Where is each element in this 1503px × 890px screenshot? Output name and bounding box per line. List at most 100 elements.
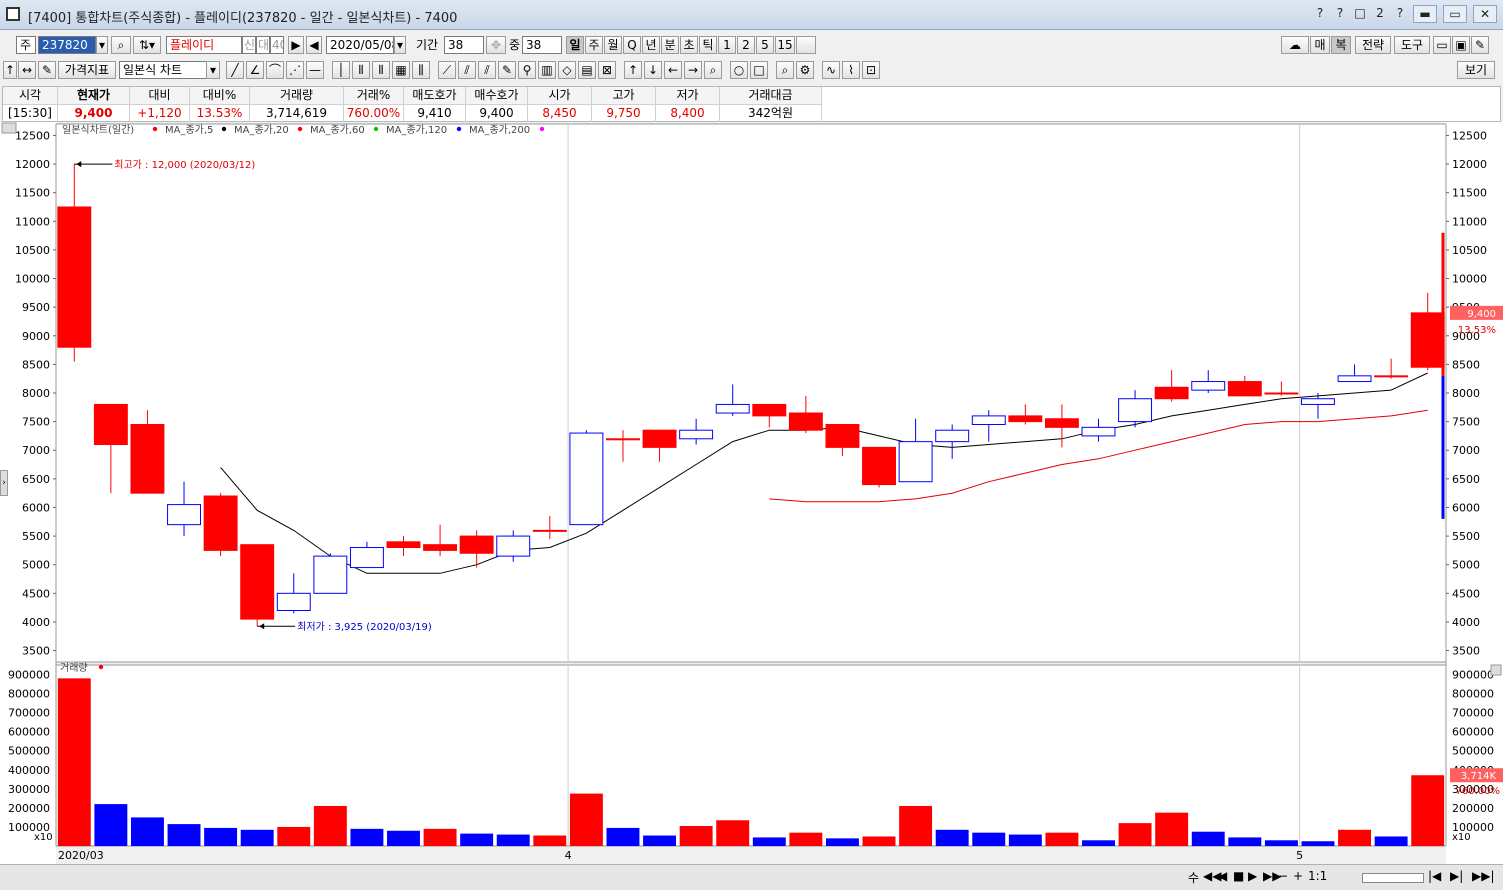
market-select[interactable]: 주	[16, 36, 36, 54]
interval-2[interactable]: 2	[737, 36, 755, 54]
tools-button[interactable]: 도구	[1394, 36, 1430, 54]
interval-15[interactable]: 15	[775, 36, 795, 54]
folder-icon[interactable]: ▭	[1433, 36, 1451, 54]
right-tool-icon[interactable]: →	[684, 61, 702, 79]
side-panel-toggle[interactable]: ›	[0, 470, 8, 496]
pen-tool-icon[interactable]: ✎	[498, 61, 516, 79]
stock-chart[interactable]: 2020/03 4 5 3500 3500 4000 4000 4500 4500 5000 500…	[0, 122, 1503, 864]
grid-tool-icon[interactable]: ▦	[392, 61, 410, 79]
interval-week[interactable]: 주	[585, 36, 603, 54]
save-icon[interactable]: ▣	[1452, 36, 1470, 54]
interval-second[interactable]: 초	[680, 36, 698, 54]
down-tool-icon[interactable]: ↓	[644, 61, 662, 79]
expand-icon[interactable]: ↔	[18, 61, 36, 79]
magnify-tool-icon[interactable]: ⌕	[776, 61, 794, 79]
chart-type-dropdown-icon[interactable]: ▾	[206, 61, 220, 79]
up-icon[interactable]: ↑	[3, 61, 17, 79]
maximize-button[interactable]: ▭	[1443, 5, 1467, 23]
panel-expand-icon[interactable]	[1, 122, 17, 134]
x-tick-label: 5	[1296, 849, 1303, 862]
interval-1[interactable]: 1	[718, 36, 736, 54]
erase-tool-icon[interactable]: ◇	[558, 61, 576, 79]
wave-tool-icon[interactable]: ∿	[822, 61, 840, 79]
edit-icon[interactable]: ✎	[38, 61, 56, 79]
tile-icon[interactable]: □	[1353, 5, 1367, 21]
screen-number[interactable]: 2	[1373, 5, 1387, 21]
fan-tool-icon[interactable]: ⋰	[286, 61, 304, 79]
count-input[interactable]: 38	[522, 36, 562, 54]
interval-custom-input[interactable]	[796, 36, 816, 54]
hline-tool-icon[interactable]: —	[306, 61, 324, 79]
color-tool-icon[interactable]: ▥	[538, 61, 556, 79]
chart-type-select[interactable]: 일본식 차트	[119, 61, 207, 79]
left-tool-icon[interactable]: ←	[664, 61, 682, 79]
strategy-button[interactable]: 전략	[1355, 36, 1391, 54]
text-tool-icon[interactable]: ▤	[578, 61, 596, 79]
parallel2-tool-icon[interactable]: ⫽	[478, 61, 496, 79]
zoom-tool-icon[interactable]: ⌕	[704, 61, 722, 79]
sort-icon[interactable]: ⇅▾	[133, 36, 161, 54]
line-tool-icon[interactable]: ╱	[226, 61, 244, 79]
view-button[interactable]: 보기	[1457, 61, 1495, 79]
interval-tick[interactable]: 틱	[699, 36, 717, 54]
nav-control-3[interactable]: ■	[1233, 869, 1244, 883]
nav-control-2[interactable]: ◀	[1218, 869, 1227, 883]
parallel-tool-icon[interactable]: ⫽	[458, 61, 476, 79]
vline-tool-icon[interactable]: │	[332, 61, 350, 79]
interval-day[interactable]: 일	[566, 36, 584, 54]
volume-bar	[1264, 840, 1298, 846]
help-icon[interactable]: ?	[1313, 5, 1327, 21]
interval-month[interactable]: 월	[604, 36, 622, 54]
scroll-control-2[interactable]: ▶▶|	[1472, 869, 1495, 883]
interval-quarter[interactable]: Q	[623, 36, 641, 54]
question-icon[interactable]: ?	[1333, 5, 1347, 21]
fib-h-tool-icon[interactable]: ⦀	[372, 61, 390, 79]
rect-tool-icon[interactable]: □	[750, 61, 768, 79]
scroll-control-1[interactable]: ▶|	[1450, 869, 1463, 883]
scroll-control-0[interactable]: |◀	[1428, 869, 1441, 883]
settings-icon[interactable]: ✎	[1471, 36, 1489, 54]
code-dropdown-icon[interactable]: ▾	[96, 36, 108, 54]
magnet-tool-icon[interactable]: ⚲	[518, 61, 536, 79]
code-input[interactable]: 237820	[38, 36, 96, 54]
close-button[interactable]: ✕	[1473, 5, 1497, 23]
volume-tick-left: 500000	[8, 745, 50, 758]
crosshair-icon[interactable]: ✥	[486, 36, 506, 54]
arc-tool-icon[interactable]: ⌒	[266, 61, 284, 79]
search-icon[interactable]: ⌕	[111, 36, 131, 54]
cloud-icon[interactable]: ☁	[1281, 36, 1309, 54]
minimize-button[interactable]: ▬	[1413, 5, 1437, 23]
delete-tool-icon[interactable]: ⊠	[598, 61, 616, 79]
prev-icon[interactable]: ◀	[306, 36, 322, 54]
trend-tool-icon[interactable]: ⟋	[438, 61, 456, 79]
fib-v-tool-icon[interactable]: ⦀	[352, 61, 370, 79]
nav-control-7[interactable]: +	[1293, 869, 1303, 883]
period-input[interactable]: 38	[444, 36, 484, 54]
candle-body	[1044, 418, 1079, 428]
nav-control-4[interactable]: ▶	[1248, 869, 1257, 883]
cycle-tool-icon[interactable]: ⌇	[842, 61, 860, 79]
analysis-tool-icon[interactable]: ⚙	[796, 61, 814, 79]
channel-tool-icon[interactable]: ⫼	[412, 61, 430, 79]
layout-icon[interactable]: ?	[1393, 5, 1407, 21]
nav-control-8[interactable]: 1:1	[1308, 869, 1327, 883]
angle-tool-icon[interactable]: ∠	[246, 61, 264, 79]
date-dropdown-icon[interactable]: ▾	[394, 36, 406, 54]
next-icon[interactable]: ▶	[288, 36, 304, 54]
zoom-slider[interactable]	[1362, 873, 1424, 883]
nav-control-0[interactable]: 수	[1188, 869, 1199, 886]
circle-tool-icon[interactable]: ○	[730, 61, 748, 79]
screenshot-tool-icon[interactable]: ⊡	[862, 61, 880, 79]
quote-table: 시각 현재가 대비 대비% 거래량 거래% 매도호가 매수호가 시가 고가 저가…	[2, 86, 1501, 122]
up-tool-icon[interactable]: ↑	[624, 61, 642, 79]
date-input[interactable]: 2020/05/08	[326, 36, 394, 54]
interval-5[interactable]: 5	[756, 36, 774, 54]
interval-year[interactable]: 년	[642, 36, 660, 54]
price-tick-right: 6000	[1452, 501, 1480, 514]
indicator-button[interactable]: 가격지표	[58, 61, 116, 79]
multi-button[interactable]: 복	[1331, 36, 1351, 54]
order-button[interactable]: 매	[1310, 36, 1330, 54]
nav-control-6[interactable]: −	[1278, 869, 1288, 883]
panel-close-icon[interactable]	[1490, 664, 1502, 676]
interval-minute[interactable]: 분	[661, 36, 679, 54]
